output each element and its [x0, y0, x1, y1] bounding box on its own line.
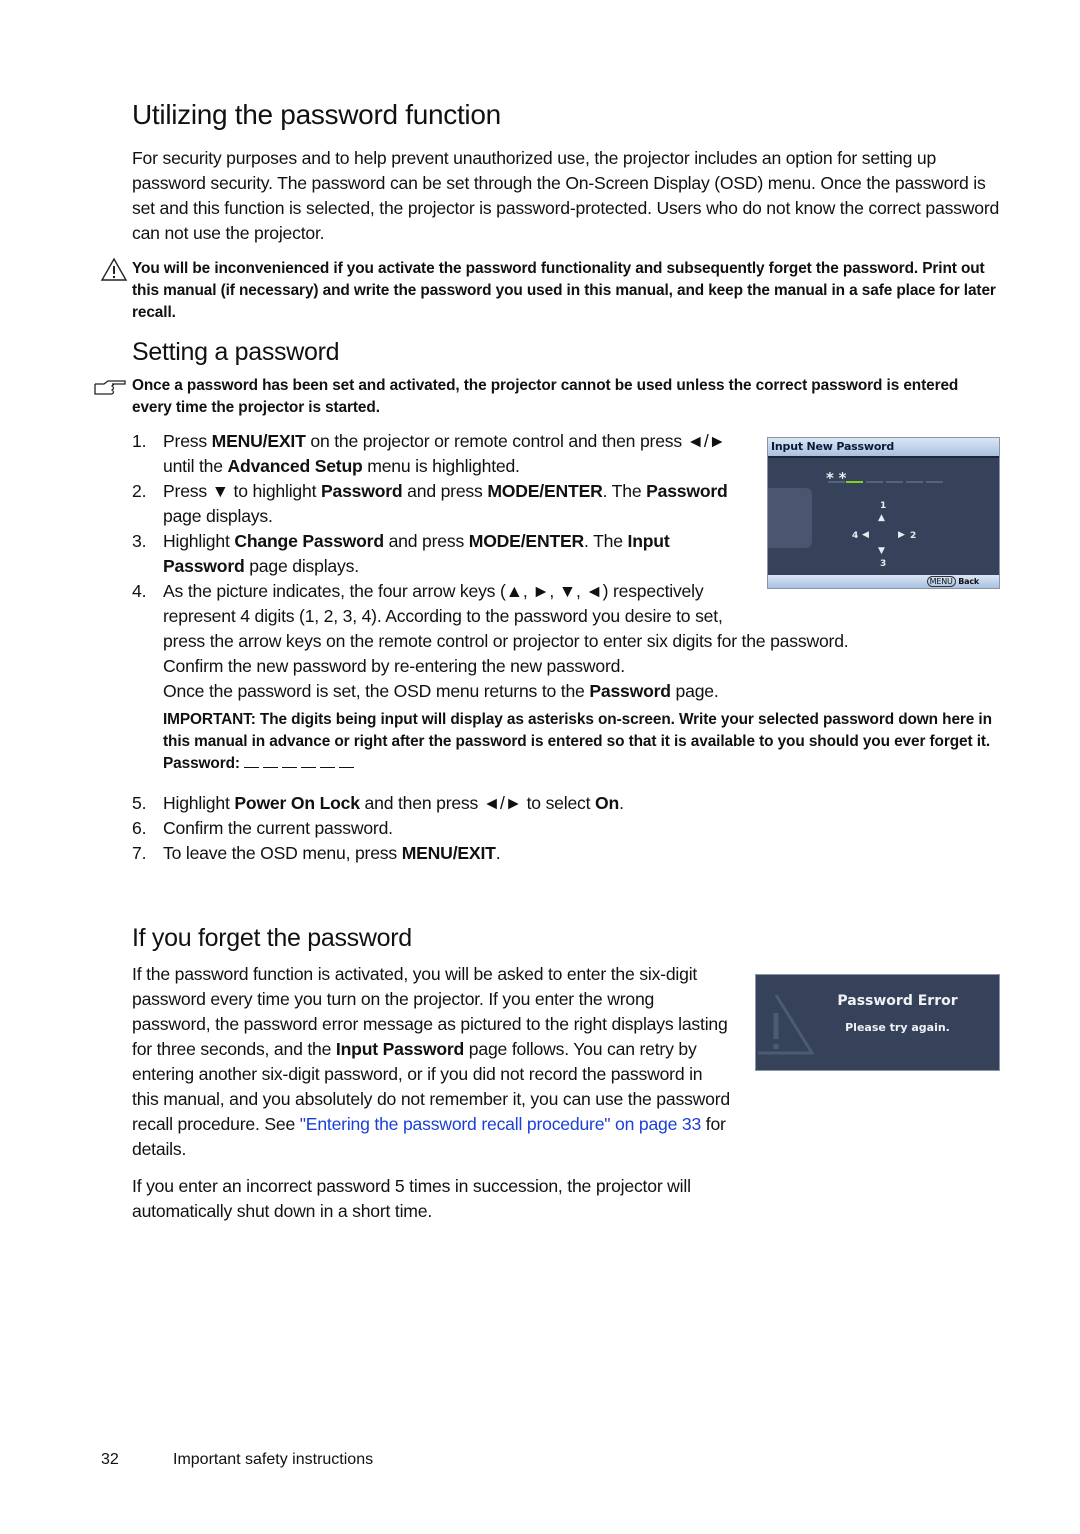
text-segment: Password [589, 681, 671, 701]
text-segment: Password [320, 481, 403, 501]
password-write-line: Password: [163, 753, 1000, 775]
text-segment: page. [670, 681, 719, 701]
text-segment: . The [584, 531, 628, 551]
page-title: Utilizing the password function [132, 99, 501, 130]
text-segment: Confirm the new password by re-entering … [163, 656, 625, 676]
warning-triangle-icon [758, 994, 814, 1055]
step-7: 7. To leave the OSD menu, press MENU/EXIT… [132, 843, 501, 863]
text-segment: and then press ◄/► to select [359, 793, 596, 813]
text-segment: Highlight [163, 531, 235, 551]
step-6: 6. Confirm the current password. [132, 818, 393, 838]
error-message: Please try again. [845, 1021, 950, 1034]
important-note: IMPORTANT: The digits being input will d… [163, 711, 992, 750]
text-segment: . The [602, 481, 647, 501]
text-segment: and press [402, 481, 488, 501]
forget-paragraph: If the password function is activated, y… [132, 962, 730, 1162]
text-segment: Password [646, 481, 728, 501]
text-segment: page displays. [163, 506, 273, 526]
text-segment: As the picture indicates, the four arrow… [163, 581, 849, 651]
text-segment: Highlight [163, 793, 235, 813]
error-title: Password Error [837, 993, 958, 1009]
text-segment: MODE/ENTER [487, 481, 603, 501]
footer-section-title: Important safety instructions [173, 1451, 374, 1468]
text-segment: Advanced Setup [227, 456, 363, 476]
text-segment: . [495, 843, 501, 863]
step-1: 1. Press MENU/EXIT on the projector or re… [132, 431, 726, 476]
text-segment: menu is highlighted. [362, 456, 520, 476]
text-segment: To leave the OSD menu, press [163, 843, 402, 863]
text-segment: On [595, 793, 620, 813]
cross-reference-link[interactable]: "Entering the password recall procedure"… [300, 1114, 702, 1134]
text-segment: page displays. [244, 556, 359, 576]
text-segment: . [619, 793, 624, 813]
text-segment: Press [163, 431, 212, 451]
text-segment: Change Password [234, 531, 384, 551]
warning-note: You will be inconvenienced if you activa… [132, 260, 996, 321]
step-5: 5. Highlight Power On Lock and then press… [132, 793, 624, 813]
text-segment: If you enter an incorrect password 5 tim… [132, 1176, 691, 1221]
text-segment: and press [383, 531, 469, 551]
section-heading-setting-password: Setting a password [132, 338, 340, 366]
page-number: 32 [101, 1451, 119, 1468]
text-segment: MENU/EXIT [211, 431, 306, 451]
section-heading-forget-password: If you forget the password [132, 924, 412, 952]
pointing-hand-icon [94, 380, 126, 395]
warning-triangle-icon [100, 257, 128, 281]
text-segment: Press ▼ to highlight [163, 481, 321, 501]
text-segment: Confirm the current password. [163, 818, 393, 838]
shutdown-paragraph: If you enter an incorrect password 5 tim… [132, 1174, 730, 1224]
text-segment: Power On Lock [234, 793, 360, 813]
step-2: 2. Press ▼ to highlight Password and pres… [132, 481, 728, 526]
intro-paragraph: For security purposes and to help preven… [132, 146, 1002, 246]
text-segment: For security purposes and to help preven… [132, 148, 1000, 243]
step-4: 4. As the picture indicates, the four arr… [132, 579, 1000, 775]
password-note: Once a password has been set and activat… [132, 377, 959, 416]
text-segment: Once the password is set, the OSD menu r… [163, 681, 590, 701]
text-segment: MODE/ENTER [468, 531, 585, 551]
text-segment: MENU/EXIT [401, 843, 496, 863]
password-error-osd-screenshot: Password Error Please try again. [755, 974, 1000, 1071]
text-segment: Input Password [335, 1039, 465, 1059]
steps-list: Input New Password * * 1 ▲ ▶ 2 ▼ 3 4 ◀ M… [132, 429, 1000, 866]
step-3: 3. Highlight Change Password and press MO… [132, 531, 670, 576]
